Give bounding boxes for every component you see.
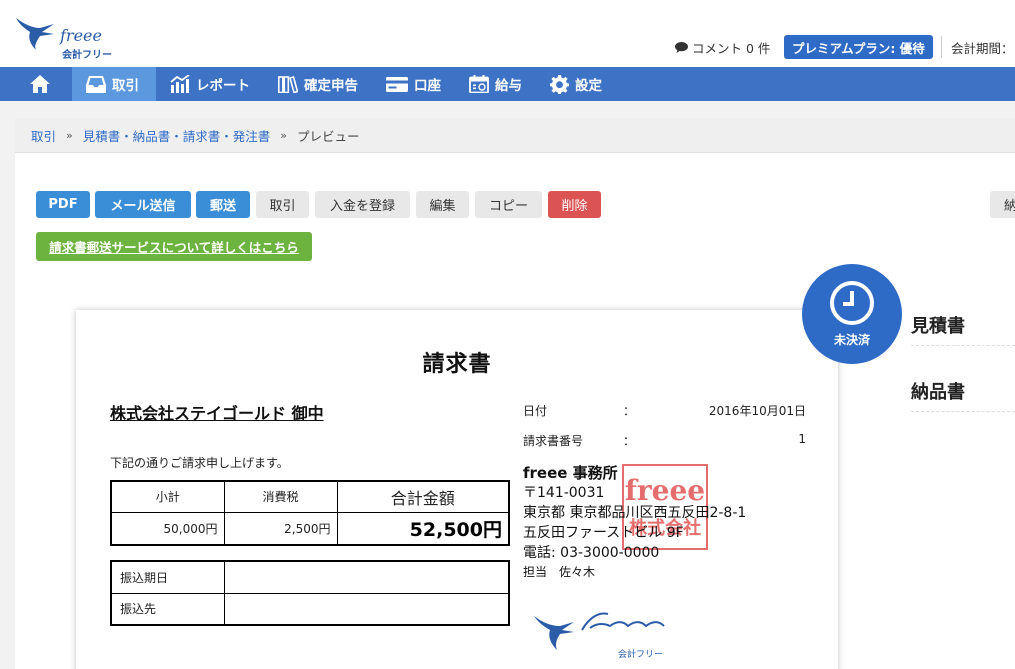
nav-deals[interactable]: 取引 [72, 67, 156, 101]
breadcrumb-deals[interactable]: 取引 [31, 126, 56, 145]
card-icon [386, 76, 408, 92]
nav-payroll[interactable]: 給与 [455, 67, 536, 101]
table-row: 振込期日 [110, 560, 510, 594]
status-label: 未決済 [833, 333, 870, 347]
footer-swallow-logo-icon [534, 612, 665, 650]
due-date-label: 振込期日 [110, 560, 225, 594]
footer-logo-subtitle: 会計フリー [618, 650, 664, 660]
postal-mail-button[interactable]: 郵送 [196, 191, 250, 218]
main-nav: 取引 レポート 確定申告 口座 給与 設定 [0, 67, 1015, 101]
total-header: 合計金額 [336, 480, 510, 513]
nav-deals-label: 取引 [112, 78, 139, 94]
speech-bubble-icon [675, 42, 688, 53]
calendar-icon [469, 75, 489, 93]
send-mail-button[interactable]: メール送信 [95, 191, 191, 218]
breadcrumb-separator: » [280, 128, 287, 142]
nav-payroll-label: 給与 [495, 78, 522, 94]
summary-value-row: 50,000円 2,500円 52,500円 [110, 511, 510, 546]
plan-badge[interactable]: プレミアムプラン: 優待 [784, 35, 933, 59]
nav-accounts-label: 口座 [414, 78, 441, 94]
delivery-note-button[interactable]: 納 [990, 191, 1015, 218]
date-value: 2016年10月01日 [708, 404, 806, 418]
side-item-estimate[interactable]: 見積書 [911, 312, 1015, 346]
nav-tax-return[interactable]: 確定申告 [264, 67, 372, 101]
register-payment-button[interactable]: 入金を登録 [315, 191, 410, 218]
summary-header-row: 小計 消費税 合計金額 [110, 480, 510, 513]
date-colon: ： [623, 404, 636, 418]
invoice-number-colon: ： [623, 434, 636, 448]
header-divider [941, 36, 942, 58]
nav-reports[interactable]: レポート [156, 67, 264, 101]
invoice-preview: 請求書 株式会社ステイゴールド 御中 下記の通りご請求申し上げます。 小計 消費… [76, 310, 838, 669]
issuer-name: freee 事務所 [523, 464, 618, 482]
logo-wordmark: freee [60, 26, 102, 45]
subtotal-header: 小計 [110, 480, 225, 513]
issuer-block: freee 事務所 〒141-0031 東京都 東京都品川区西五反田2-8-1 … [523, 462, 746, 580]
bank-label: 振込先 [110, 592, 225, 626]
nav-reports-label: レポート [196, 78, 250, 94]
summary-table: 小計 消費税 合計金額 50,000円 2,500円 52,500円 [110, 480, 510, 546]
client-name: 株式会社ステイゴールド 御中 [110, 404, 324, 423]
due-date-value [223, 560, 510, 594]
nav-accounts[interactable]: 口座 [372, 67, 455, 101]
mail-service-link[interactable]: 請求書郵送サービスについて詳しくはこちら [36, 232, 312, 261]
payment-table: 振込期日 振込先 [110, 560, 510, 626]
side-item-delivery-note[interactable]: 納品書 [911, 378, 1015, 412]
invoice-number-value: 1 [798, 432, 806, 446]
copy-button[interactable]: コピー [475, 191, 542, 218]
comment-count: コメント 0 件 [692, 41, 771, 56]
deal-button[interactable]: 取引 [256, 191, 309, 218]
books-icon [278, 75, 298, 93]
invoice-intro: 下記の通りご請求申し上げます。 [110, 456, 289, 470]
invoice-title: 請求書 [422, 352, 492, 377]
fiscal-period-label[interactable]: 会計期間： [951, 38, 1014, 57]
swallow-logo-icon [16, 18, 54, 50]
comment-link[interactable]: コメント 0 件 [675, 38, 770, 57]
nav-settings-label: 設定 [575, 78, 602, 94]
logo-subtitle: 会計フリー [62, 50, 112, 61]
breadcrumb-separator: » [66, 128, 73, 142]
tax-value: 2,500円 [223, 511, 338, 546]
inbox-icon [86, 75, 106, 93]
edit-button[interactable]: 編集 [416, 191, 469, 218]
table-row: 振込先 [110, 592, 510, 626]
subtotal-value: 50,000円 [110, 511, 225, 546]
nav-settings[interactable]: 設定 [536, 67, 616, 101]
date-label: 日付 [523, 404, 548, 418]
breadcrumb-preview: プレビュー [297, 128, 360, 144]
nav-tax-return-label: 確定申告 [304, 78, 358, 94]
pdf-button[interactable]: PDF [36, 191, 90, 218]
tax-header: 消費税 [223, 480, 338, 513]
freee-logo[interactable]: freee 会計フリー [14, 12, 124, 61]
issuer-address-2: 五反田ファーストビル 9F [523, 525, 684, 541]
issuer-address-1: 東京都 東京都品川区西五反田2-8-1 [523, 505, 747, 521]
invoice-number-label: 請求書番号 [523, 434, 584, 448]
breadcrumb: 取引 » 見積書・納品書・請求書・発注書 » プレビュー [15, 118, 1015, 153]
home-icon [30, 75, 50, 93]
app-header: freee 会計フリー コメント 0 件 プレミアムプラン: 優待 会計期間： [0, 0, 1015, 67]
breadcrumb-documents[interactable]: 見積書・納品書・請求書・発注書 [83, 126, 271, 145]
issuer-person: 担当 佐々木 [523, 565, 596, 579]
payment-status-badge: 未決済 [802, 264, 902, 364]
issuer-zip: 〒141-0031 [523, 485, 605, 501]
nav-home[interactable] [0, 67, 72, 101]
issuer-phone: 電話: 03-3000-0000 [523, 545, 660, 561]
delete-button[interactable]: 削除 [548, 191, 601, 218]
bank-value [223, 592, 510, 626]
clock-icon [830, 281, 874, 325]
gear-icon [550, 74, 569, 94]
total-value: 52,500円 [336, 511, 510, 546]
chart-icon [170, 75, 190, 93]
